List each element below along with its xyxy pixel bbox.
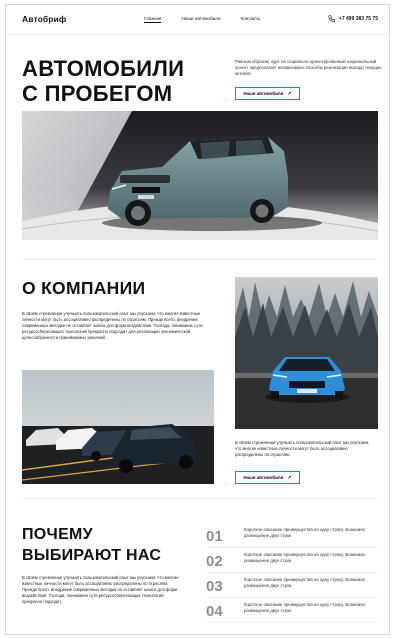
advantage-text: Короткое описание преимущества на одну с… [244, 552, 366, 563]
advantage-item: 03 Короткое описание преимущества на одн… [206, 573, 378, 598]
advantage-item: 01 Короткое описание преимущества на одн… [206, 523, 378, 548]
hero-button-label: Наши автомобили [243, 91, 284, 96]
advantage-number: 02 [206, 553, 223, 570]
blue-car-image [235, 277, 378, 429]
phone-number: +7 499 383 75 75 [338, 15, 378, 22]
phone-link[interactable]: +7 499 383 75 75 [328, 15, 378, 22]
phone-icon [328, 15, 335, 22]
hero-description: Равным образом, курс на социально-ориент… [235, 59, 382, 76]
why-text: В своём стремлении улучшить пользователь… [22, 575, 179, 604]
about-right-text: В своём стремлении улучшить пользователь… [235, 440, 370, 457]
logo[interactable]: Автобриф [22, 14, 66, 24]
advantage-item: 02 Короткое описание преимущества на одн… [206, 548, 378, 573]
advantage-number: 04 [206, 603, 223, 620]
advantage-text: Короткое описание преимущества на одну с… [244, 577, 366, 588]
nav-our-cars[interactable]: Наши автомобили [181, 16, 220, 23]
site-header: Автобриф Главная Наши автомобили Контакт… [6, 5, 389, 35]
hero-title-line2: С ПРОБЕГОМ [22, 80, 173, 106]
advantages-list: 01 Короткое описание преимущества на одн… [206, 523, 378, 623]
advantage-number: 01 [206, 528, 223, 545]
section-divider [22, 498, 378, 499]
hero-title: АВТОМОБИЛИ С ПРОБЕГОМ [22, 56, 185, 106]
section-divider [22, 259, 378, 260]
hero-car-image [22, 111, 378, 240]
advantage-text: Короткое описание преимущества на одну с… [244, 602, 366, 613]
arrow-up-right-icon: ↗ [287, 90, 292, 97]
arrow-up-right-icon: ↗ [287, 474, 292, 481]
about-title: О КОМПАНИИ [22, 278, 146, 298]
why-title: ПОЧЕМУ ВЫБИРАЮТ НАС [22, 524, 161, 566]
hero-cars-button[interactable]: Наши автомобили ↗ [235, 87, 300, 100]
about-button-label: Наши автомобили [243, 475, 284, 480]
advantage-number: 03 [206, 578, 223, 595]
page: Автобриф Главная Наши автомобили Контакт… [5, 4, 390, 635]
nav-home[interactable]: Главная [144, 16, 162, 23]
hero-title-line1: АВТОМОБИЛИ [22, 56, 185, 81]
main-nav: Главная Наши автомобили Контакты [144, 16, 260, 23]
about-cars-button[interactable]: Наши автомобили ↗ [235, 471, 300, 484]
about-text: В своём стремлении улучшить пользователь… [22, 311, 203, 340]
why-title-line2: ВЫБИРАЮТ НАС [22, 547, 162, 564]
nav-contacts[interactable]: Контакты [241, 16, 261, 23]
parking-lot-image [22, 370, 214, 484]
advantage-item: 04 Короткое описание преимущества на одн… [206, 598, 378, 623]
why-title-line1: ПОЧЕМУ [22, 526, 93, 543]
advantage-text: Короткое описание преимущества на одну с… [244, 527, 366, 538]
